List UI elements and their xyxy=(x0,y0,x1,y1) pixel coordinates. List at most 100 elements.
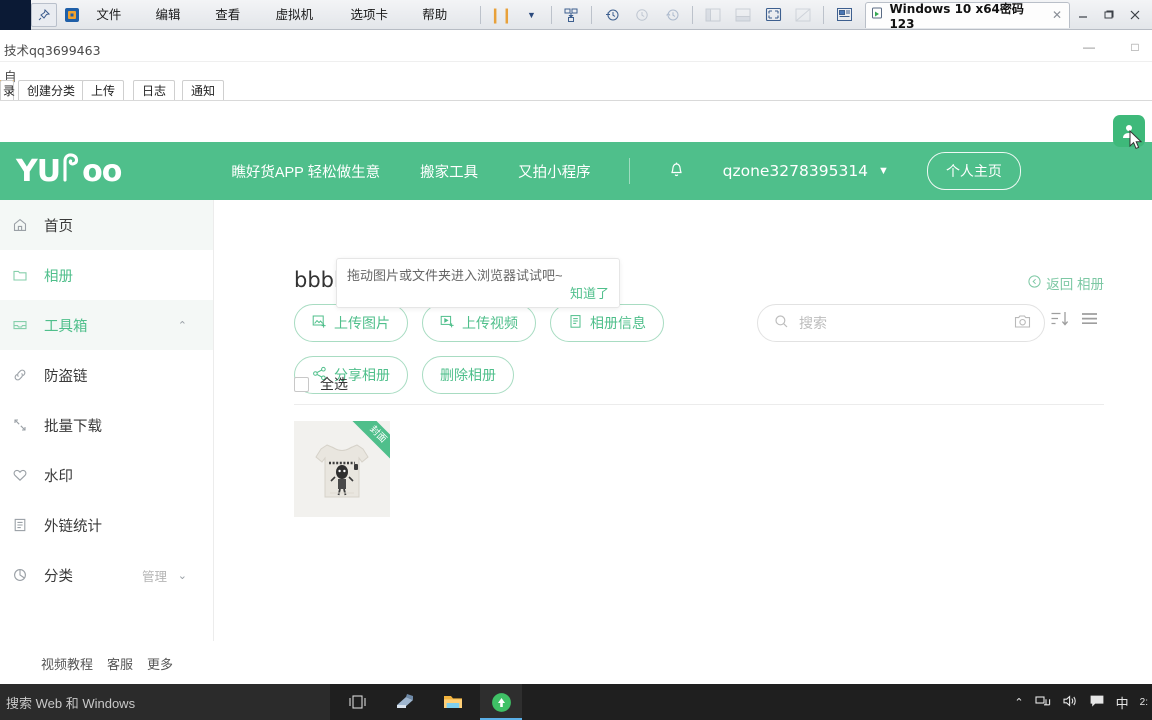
nav-link-migrate[interactable]: 搬家工具 xyxy=(420,161,478,182)
menu-help[interactable]: 帮助(H) xyxy=(413,2,474,48)
footer-link-tutorial[interactable]: 视频教程 xyxy=(41,654,93,673)
sort-icon[interactable] xyxy=(1050,310,1069,332)
vmware-window-buttons xyxy=(1070,3,1152,27)
window-maximize-button[interactable]: □ xyxy=(1124,38,1146,56)
nav-link-miniprogram[interactable]: 又拍小程序 xyxy=(518,161,591,182)
ime-indicator[interactable]: 中 xyxy=(1116,693,1129,712)
upload-video-button[interactable]: 上传视频 xyxy=(422,304,536,342)
footer-link-more[interactable]: 更多 xyxy=(147,654,173,673)
chevron-up-icon[interactable]: ⌃ xyxy=(178,319,187,332)
sidebar-toggle-icon[interactable] xyxy=(698,2,728,28)
home-icon xyxy=(12,217,44,233)
photo-thumbnail[interactable]: 封面 xyxy=(294,421,390,517)
sidebar-item-categories[interactable]: 分类 管理 ⌄ xyxy=(0,550,213,600)
album-search-box[interactable] xyxy=(757,304,1045,342)
sidebar-item-batch-download[interactable]: 批量下载 xyxy=(0,400,213,450)
info-doc-icon xyxy=(568,314,583,332)
upload-image-button[interactable]: 上传图片 xyxy=(294,304,408,342)
tooltip-ok-button[interactable]: 知道了 xyxy=(570,283,609,302)
snapshot-manage-icon[interactable] xyxy=(627,2,657,28)
yupoo-logo[interactable]: YU oo xyxy=(16,152,122,190)
vmware-logo-icon[interactable] xyxy=(57,2,87,28)
user-avatar-icon[interactable] xyxy=(1113,115,1145,147)
sidebar-item-external-stats[interactable]: 外链统计 xyxy=(0,500,213,550)
vm-tab-windows10[interactable]: Windows 10 x64密码123 ✕ xyxy=(865,1,1071,31)
search-input[interactable] xyxy=(799,315,1014,331)
album-info-button[interactable]: 相册信息 xyxy=(550,304,664,342)
list-view-icon[interactable] xyxy=(1080,310,1099,332)
vmware-left-edge xyxy=(0,0,32,30)
chevron-down-icon[interactable]: ▼ xyxy=(878,165,889,177)
sidebar-item-albums[interactable]: 相册 xyxy=(0,250,213,300)
bell-icon[interactable] xyxy=(668,160,685,183)
thumbnailbar-toggle-icon[interactable] xyxy=(728,2,758,28)
guest-desktop: 技术qq3699463 — □ 自 录 创建分类 上传 日志 通知 YU oo xyxy=(0,30,1152,685)
camera-icon[interactable] xyxy=(1014,314,1032,333)
sidebar-label-home: 首页 xyxy=(44,218,73,235)
menu-vm[interactable]: 虚拟机(M) xyxy=(267,2,342,48)
tab-notification[interactable]: 通知 xyxy=(182,80,225,101)
tab-log[interactable]: 日志 xyxy=(133,80,176,101)
windows-taskbar: 搜索 Web 和 Windows ⌃ 中 2: xyxy=(0,684,1152,720)
image-upload-icon xyxy=(312,314,327,332)
menu-edit[interactable]: 编辑(E) xyxy=(146,2,206,48)
sidebar-categories-manage[interactable]: 管理 xyxy=(142,566,167,585)
video-upload-icon xyxy=(440,314,455,332)
sidebar-item-watermark[interactable]: 水印 xyxy=(0,450,213,500)
sidebar-item-home[interactable]: 首页 xyxy=(0,200,213,250)
console-view-icon[interactable] xyxy=(829,2,859,28)
menu-tabs[interactable]: 选项卡(T) xyxy=(342,2,414,48)
sidebar-label-toolbox: 工具箱 xyxy=(44,318,88,335)
close-icon[interactable]: ✕ xyxy=(1052,8,1062,22)
account-name[interactable]: qzone3278395314 xyxy=(723,162,868,180)
network-icon[interactable] xyxy=(1035,694,1051,711)
volume-icon[interactable] xyxy=(1062,694,1078,711)
fullscreen-icon[interactable] xyxy=(758,2,788,28)
vmware-restore-button[interactable] xyxy=(1096,3,1122,27)
content-divider xyxy=(294,404,1104,405)
snapshot-take-icon[interactable] xyxy=(597,2,627,28)
nav-link-app[interactable]: 瞧好货APP 轻松做生意 xyxy=(231,161,380,182)
personal-home-button[interactable]: 个人主页 xyxy=(926,152,1021,190)
site-topnav: YU oo 瞧好货APP 轻松做生意 搬家工具 又拍小程序 qzone32783… xyxy=(0,142,1152,200)
tabstrip-baseline xyxy=(0,100,1152,101)
snapshot-revert-icon[interactable] xyxy=(657,2,687,28)
select-all-checkbox[interactable] xyxy=(294,376,309,392)
menu-view[interactable]: 查看(V) xyxy=(206,2,266,48)
toolbar-divider xyxy=(692,5,694,24)
green-circle-app-icon[interactable] xyxy=(480,684,522,720)
tab-create-category[interactable]: 创建分类 xyxy=(18,80,85,101)
tray-expand-icon[interactable]: ⌃ xyxy=(1014,696,1023,709)
unity-icon[interactable] xyxy=(788,2,818,28)
browser-window-titlebar: 技术qq3699463 — □ xyxy=(0,30,1152,62)
sidebar-item-toolbox[interactable]: 工具箱 ⌃ xyxy=(0,300,213,350)
window-title: 技术qq3699463 xyxy=(4,43,101,58)
taskbar-clock[interactable]: 2: xyxy=(1140,697,1148,708)
footer-link-support[interactable]: 客服 xyxy=(107,654,133,673)
search-icon xyxy=(774,314,789,332)
vmware-toolbar: 文件(F) 编辑(E) 查看(V) 虚拟机(M) 选项卡(T) 帮助(H) ❙❙… xyxy=(0,0,1152,48)
folder-icon xyxy=(12,267,44,283)
dropdown-caret-icon[interactable]: ▼ xyxy=(516,2,546,28)
back-to-albums-link[interactable]: 返回 相册 xyxy=(1028,273,1104,293)
menu-file[interactable]: 文件(F) xyxy=(87,2,146,48)
task-view-icon[interactable] xyxy=(336,684,378,720)
tab-records[interactable]: 录 xyxy=(0,80,15,101)
pin-icon[interactable] xyxy=(31,2,58,27)
sidebar-item-hotlink-protection[interactable]: 防盗链 xyxy=(0,350,213,400)
toolbar-divider xyxy=(550,5,552,24)
explorer-blue-icon[interactable] xyxy=(384,684,426,720)
chevron-down-icon[interactable]: ⌄ xyxy=(178,569,187,582)
taskbar-search-box[interactable]: 搜索 Web 和 Windows xyxy=(0,684,330,720)
file-explorer-icon[interactable] xyxy=(432,684,474,720)
tab-upload[interactable]: 上传 xyxy=(82,80,125,101)
vmware-minimize-button[interactable] xyxy=(1070,3,1096,27)
vmware-close-button[interactable] xyxy=(1122,3,1148,27)
screen-root: 文件(F) 编辑(E) 查看(V) 虚拟机(M) 选项卡(T) 帮助(H) ❙❙… xyxy=(0,0,1152,720)
window-minimize-button[interactable]: — xyxy=(1078,38,1100,56)
logo-text-2: oo xyxy=(82,153,122,189)
snapshot-icon[interactable] xyxy=(556,2,586,28)
select-all-label: 全选 xyxy=(320,376,348,392)
notification-icon[interactable] xyxy=(1089,694,1105,711)
pause-icon[interactable]: ❙❙ xyxy=(486,2,516,28)
